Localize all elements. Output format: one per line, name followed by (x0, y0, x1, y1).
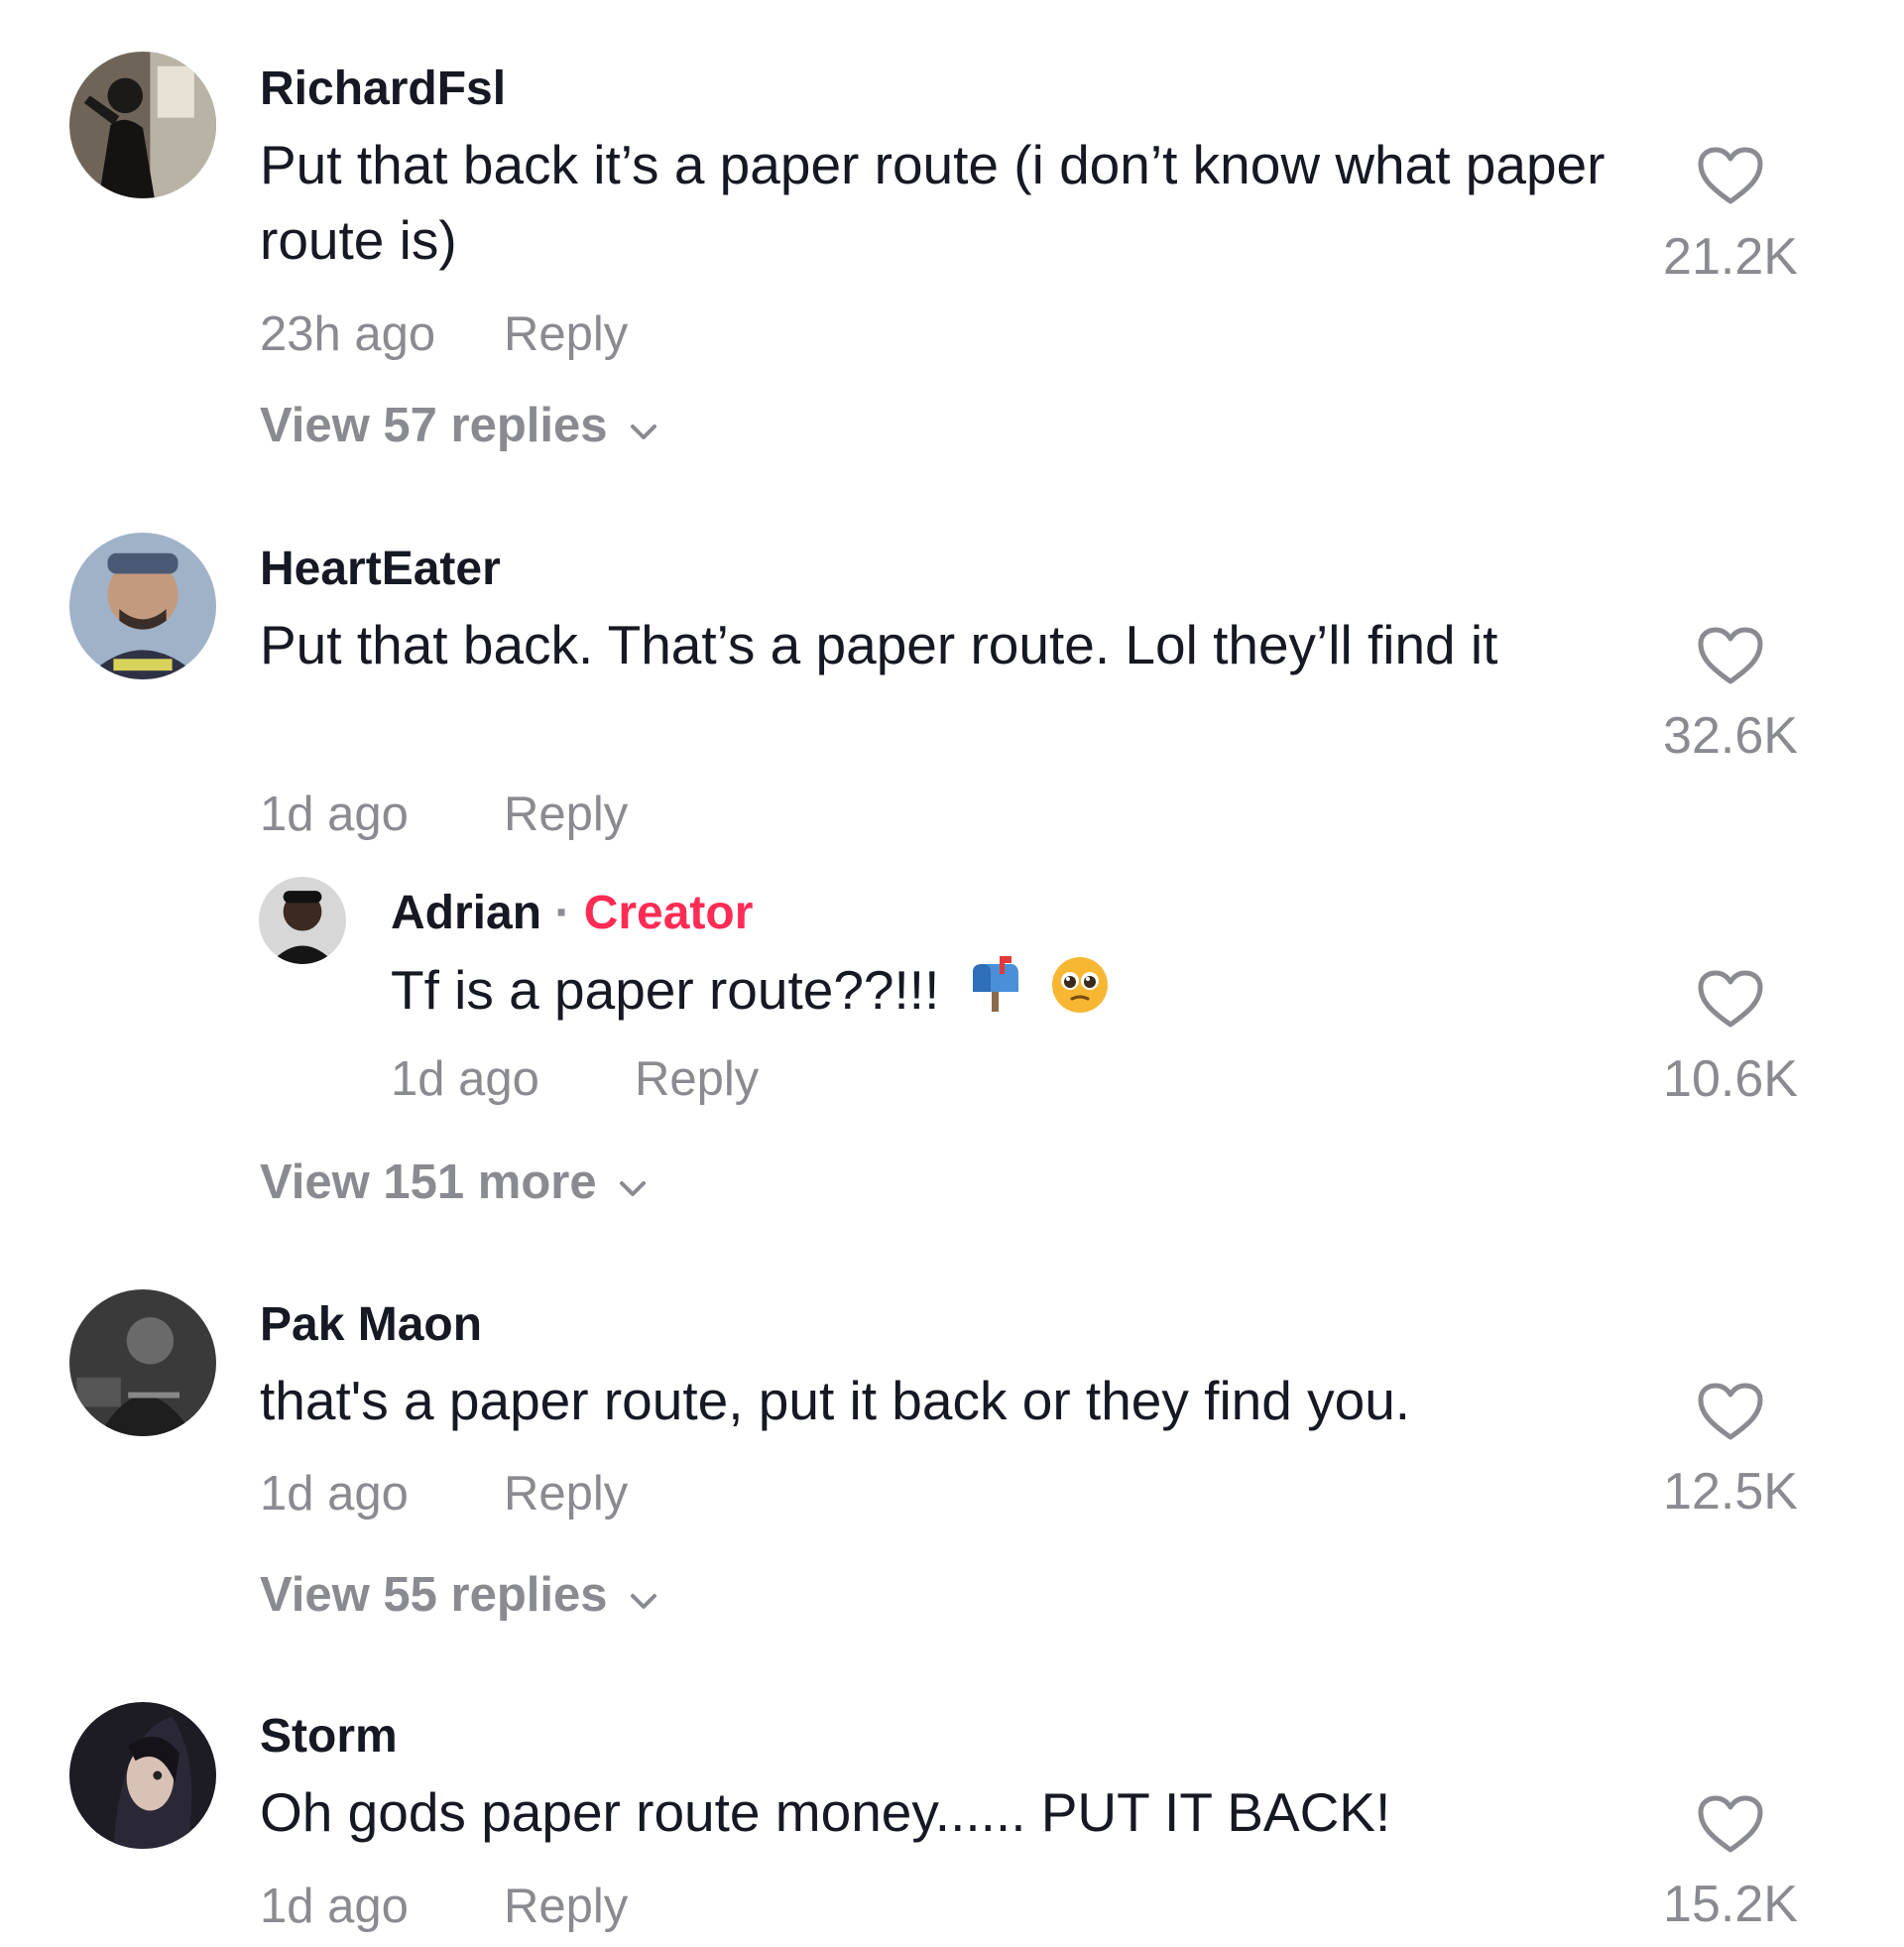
heart-outline-icon[interactable] (1697, 626, 1764, 685)
like-count: 21.2K (1663, 228, 1798, 286)
comment-username[interactable]: Storm (260, 1713, 398, 1761)
reply-button[interactable]: Reply (504, 1470, 628, 1519)
avatar[interactable] (69, 1289, 216, 1436)
separator-dot: · (554, 887, 571, 939)
comment-timestamp: 1d ago (260, 1880, 409, 1933)
reply-text: Tf is a paper route??!!! (391, 959, 940, 1021)
comment-timestamp: 1d ago (260, 1467, 409, 1521)
avatar-image (69, 52, 216, 198)
avatar-image (69, 1289, 216, 1436)
like-count: 15.2K (1663, 1876, 1798, 1933)
avatar[interactable] (69, 1702, 216, 1849)
avatar[interactable] (69, 533, 216, 679)
avatar[interactable] (259, 877, 346, 964)
heart-outline-icon[interactable] (1697, 1382, 1764, 1441)
avatar-image (69, 1702, 216, 1849)
reply-button[interactable]: Reply (504, 791, 628, 839)
reply-text-row: Tf is a paper route??!!! (391, 952, 1110, 1034)
reply-button[interactable]: Reply (635, 1055, 759, 1104)
view-replies-button[interactable]: View 55 replies (260, 1571, 657, 1620)
chevron-down-icon (630, 402, 657, 450)
heart-outline-icon[interactable] (1697, 969, 1764, 1029)
reply-button[interactable]: Reply (504, 1883, 628, 1931)
view-replies-label: View 55 replies (260, 1568, 608, 1622)
comment-username[interactable]: HeartEater (260, 546, 501, 593)
reply-header: Adrian · Creator (391, 890, 753, 937)
comment-text: Oh gods paper route money...... PUT IT B… (260, 1781, 1391, 1843)
reply-username[interactable]: Adrian (391, 887, 541, 939)
comment-text: Put that back. That’s a paper route. Lol… (260, 614, 1498, 675)
comments-list: RichardFsl Put that back it’s a paper ro… (0, 0, 1904, 1947)
reply-timestamp: 1d ago (391, 1052, 539, 1106)
comment-username[interactable]: RichardFsl (260, 65, 506, 113)
reply-button[interactable]: Reply (504, 310, 628, 359)
mailbox-emoji (967, 955, 1024, 1033)
like-count: 12.5K (1663, 1463, 1798, 1521)
comment-text: that's a paper route, put it back or the… (260, 1370, 1411, 1431)
chevron-down-icon (619, 1158, 647, 1207)
view-replies-label: View 57 replies (260, 399, 608, 452)
heart-outline-icon[interactable] (1697, 1794, 1764, 1854)
comment-timestamp: 1d ago (260, 788, 409, 841)
avatar-image (69, 533, 216, 679)
view-replies-button[interactable]: View 57 replies (260, 402, 657, 450)
comment-timestamp: 23h ago (260, 307, 436, 361)
creator-badge: Creator (583, 887, 754, 939)
like-count: 10.6K (1663, 1050, 1798, 1108)
avatar-image (259, 877, 346, 964)
comment-username[interactable]: Pak Maon (260, 1301, 482, 1349)
comment-text: Put that back it’s a paper route (i don’… (260, 134, 1606, 271)
like-count: 32.6K (1663, 707, 1798, 765)
view-more-replies-button[interactable]: View 151 more (260, 1158, 647, 1207)
heart-outline-icon[interactable] (1697, 146, 1764, 205)
chevron-down-icon (630, 1571, 657, 1620)
avatar[interactable] (69, 52, 216, 198)
pleading-face-emoji (1050, 955, 1110, 1034)
view-replies-label: View 151 more (260, 1156, 597, 1209)
